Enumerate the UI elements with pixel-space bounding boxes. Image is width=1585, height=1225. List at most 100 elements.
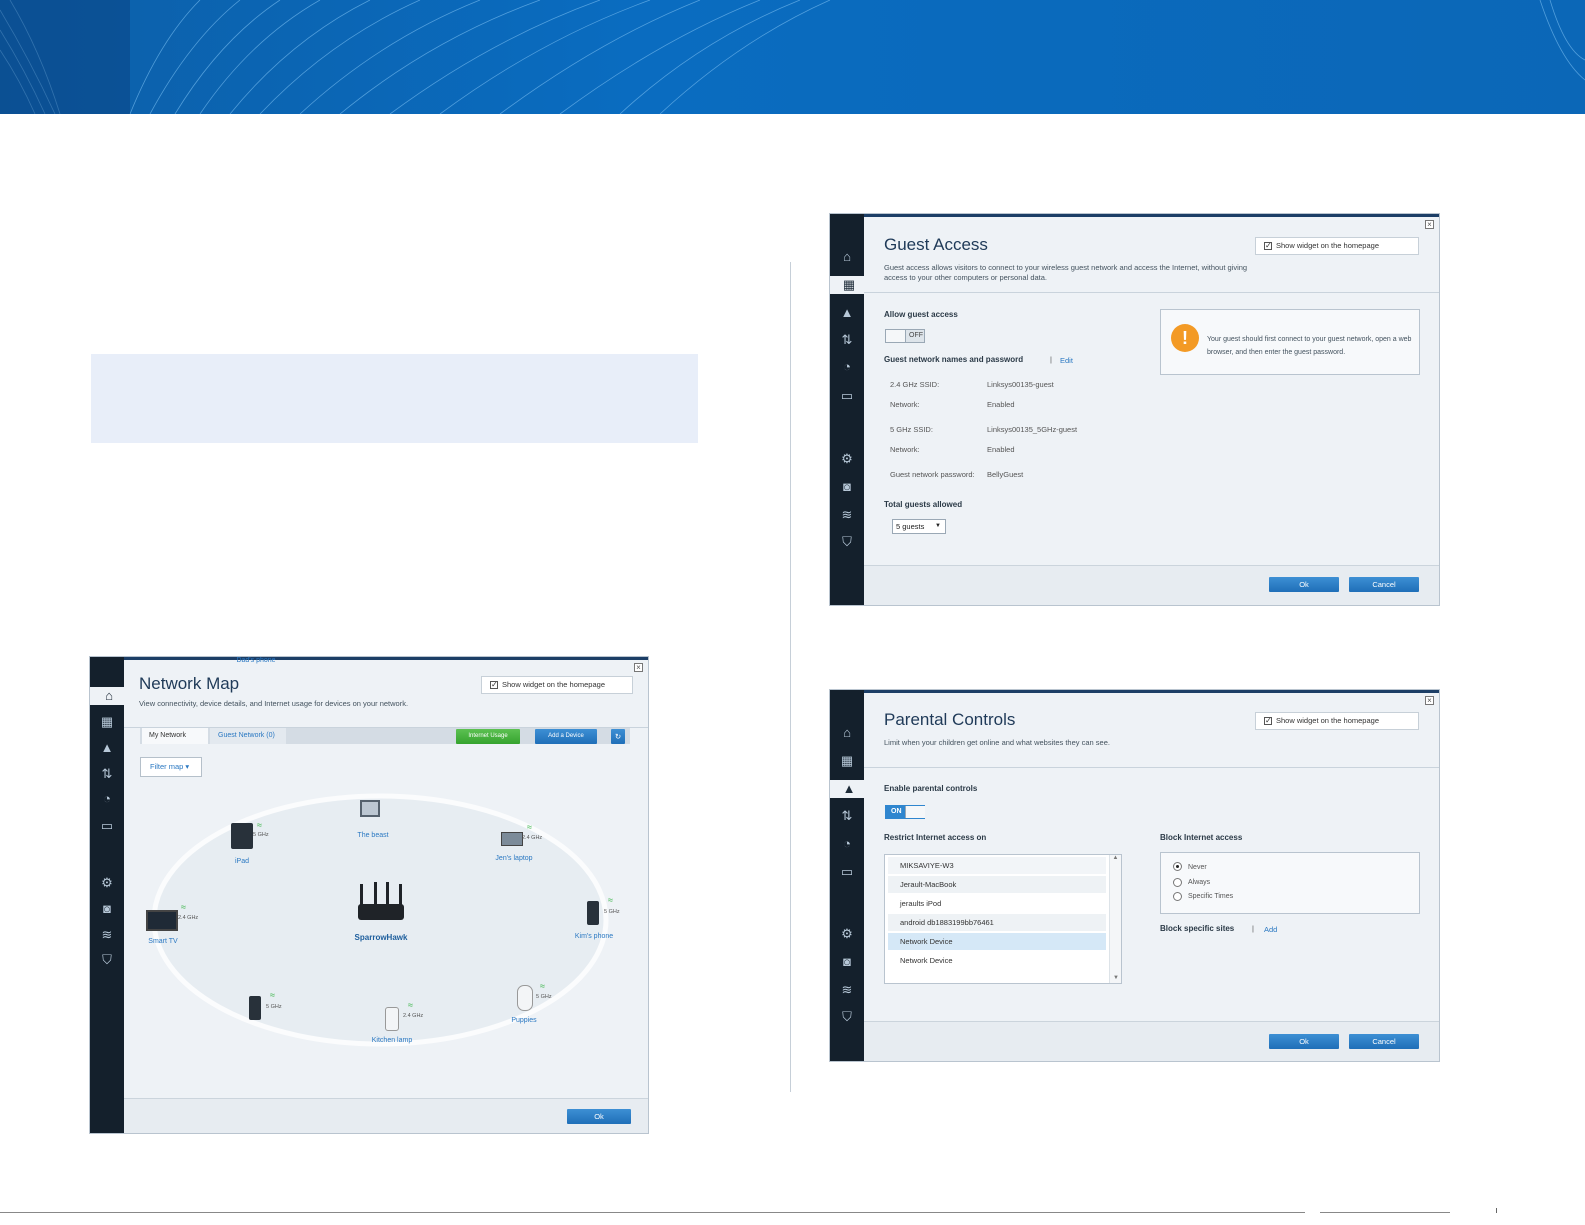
troubleshooting-icon[interactable]: ◙	[98, 900, 116, 918]
radio-specific-times[interactable]	[1173, 892, 1182, 901]
tab-my-network[interactable]: My Network	[142, 728, 208, 744]
refresh-icon[interactable]: ↻	[611, 729, 625, 744]
connectivity-icon[interactable]: ⚙	[838, 450, 856, 468]
device-label-the-beast[interactable]: The beast	[348, 832, 398, 839]
wifi-icon: ≈	[181, 902, 186, 912]
list-item[interactable]: MIKSAVIYE-W3	[888, 857, 1106, 874]
guest-access-icon[interactable]: ▦	[98, 713, 116, 731]
row-key: Network:	[890, 400, 920, 409]
top-line	[864, 214, 1439, 217]
list-item[interactable]: android db1883199bb76461	[888, 914, 1106, 931]
notice-box: ! Your guest should first connect to you…	[1160, 309, 1420, 375]
radio-never[interactable]	[1173, 862, 1182, 871]
scrollbar[interactable]: ▲ ▼	[1109, 855, 1121, 983]
footer-rule	[0, 1212, 1305, 1213]
add-device-button[interactable]: Add a Device	[535, 729, 597, 744]
close-icon[interactable]: ×	[1425, 220, 1434, 229]
device-puppies[interactable]	[517, 985, 533, 1011]
device-smart-tv[interactable]	[146, 910, 178, 931]
show-widget-checkbox[interactable]: ✓ Show widget on the homepage	[1255, 712, 1419, 730]
ok-button[interactable]: Ok	[567, 1109, 631, 1124]
parental-controls-icon[interactable]: ▲	[98, 739, 116, 757]
speed-test-icon[interactable]: ◔	[838, 835, 856, 853]
wireless-icon[interactable]: ≋	[838, 981, 856, 999]
internet-usage-button[interactable]: Internet Usage	[456, 729, 520, 744]
media-prioritization-icon[interactable]: ⇅	[838, 807, 856, 825]
close-icon[interactable]: ×	[634, 663, 643, 672]
ok-button[interactable]: Ok	[1269, 577, 1339, 592]
guest-access-icon[interactable]: ▦	[838, 752, 856, 770]
device-label-smart-tv[interactable]: Smart TV	[138, 938, 188, 945]
block-internet-label: Block Internet access	[1160, 833, 1243, 842]
device-label-ipad[interactable]: iPad	[222, 858, 262, 865]
external-storage-icon[interactable]: ▭	[838, 863, 856, 881]
external-storage-icon[interactable]: ▭	[838, 387, 856, 405]
wireless-icon[interactable]: ≋	[98, 926, 116, 944]
device-kims-phone[interactable]	[587, 901, 599, 925]
network-map-icon[interactable]: ⌂	[838, 724, 856, 742]
device-dads-phone[interactable]	[249, 996, 261, 1020]
add-link[interactable]: Add	[1264, 925, 1277, 934]
footer-rule-short	[1320, 1212, 1450, 1213]
speed-test-icon[interactable]: ◔	[838, 358, 856, 376]
guest-access-toggle[interactable]: OFF	[885, 329, 925, 343]
list-item[interactable]: jeraults iPod	[888, 895, 1106, 912]
tab-guest-network[interactable]: Guest Network (0)	[210, 728, 286, 744]
media-prioritization-icon[interactable]: ⇅	[838, 331, 856, 349]
ok-button[interactable]: Ok	[1269, 1034, 1339, 1049]
troubleshooting-icon[interactable]: ◙	[838, 478, 856, 496]
guests-value: 5 guests	[896, 522, 925, 531]
device-the-beast[interactable]	[360, 800, 380, 817]
guest-names-label: Guest network names and password	[884, 355, 1024, 364]
device-ipad[interactable]	[231, 823, 253, 849]
wireless-icon[interactable]: ≋	[838, 506, 856, 524]
device-listbox[interactable]: MIKSAVIYE-W3 Jerault-MacBook jeraults iP…	[884, 854, 1122, 984]
toggle-knob	[905, 806, 925, 818]
show-widget-checkbox[interactable]: ✓ Show widget on the homepage	[481, 676, 633, 694]
block-sites-label: Block specific sites	[1160, 924, 1235, 933]
side-rail: ⌂ ▦ ▲ ⇅ ◔ ▭ ⚙ ◙ ≋ ⛉	[830, 214, 868, 605]
parental-controls-icon[interactable]: ▲	[830, 780, 868, 798]
guest-access-icon[interactable]: ▦	[830, 276, 868, 294]
show-widget-checkbox[interactable]: ✓ Show widget on the homepage	[1255, 237, 1419, 255]
connectivity-icon[interactable]: ⚙	[838, 925, 856, 943]
troubleshooting-icon[interactable]: ◙	[838, 953, 856, 971]
row-value: Enabled	[987, 445, 1015, 454]
parental-controls-toggle[interactable]: ON	[885, 805, 925, 819]
media-prioritization-icon[interactable]: ⇅	[98, 765, 116, 783]
radio-always[interactable]	[1173, 878, 1182, 887]
device-label-puppies[interactable]: Puppies	[500, 1017, 548, 1024]
device-label-kitchen-lamp[interactable]: Kitchen lamp	[366, 1037, 418, 1044]
security-icon[interactable]: ⛉	[838, 1008, 856, 1026]
parental-controls-window: ⌂ ▦ ▲ ⇅ ◔ ▭ ⚙ ◙ ≋ ⛉ × Parental Controls …	[829, 689, 1440, 1062]
band-label: 2.4 GHz	[522, 835, 543, 841]
device-jens-laptop[interactable]	[501, 832, 523, 846]
cancel-button[interactable]: Cancel	[1349, 1034, 1419, 1049]
network-map-icon[interactable]: ⌂	[90, 687, 128, 705]
network-map-icon[interactable]: ⌂	[838, 248, 856, 266]
security-icon[interactable]: ⛉	[838, 533, 856, 551]
external-storage-icon[interactable]: ▭	[98, 817, 116, 835]
list-item[interactable]: Network Device	[888, 933, 1106, 950]
close-icon[interactable]: ×	[1425, 696, 1434, 705]
device-label-jens-laptop[interactable]: Jen's laptop	[486, 855, 542, 862]
cancel-button[interactable]: Cancel	[1349, 577, 1419, 592]
device-kitchen-lamp[interactable]	[385, 1007, 399, 1031]
security-icon[interactable]: ⛉	[98, 951, 116, 969]
device-label-kims-phone[interactable]: Kim's phone	[568, 933, 620, 940]
connectivity-icon[interactable]: ⚙	[98, 874, 116, 892]
tab-label: My Network	[149, 732, 186, 739]
guests-select[interactable]: 5 guests ▼	[892, 519, 946, 534]
page-title: Guest Access	[884, 235, 988, 254]
speed-test-icon[interactable]: ◔	[98, 790, 116, 808]
edit-link[interactable]: Edit	[1060, 356, 1073, 365]
list-item[interactable]: Jerault-MacBook	[888, 876, 1106, 893]
top-line	[864, 690, 1439, 693]
check-icon: ✓	[490, 680, 498, 690]
side-rail: ⌂ ▦ ▲ ⇅ ◔ ▭ ⚙ ◙ ≋ ⛉	[830, 690, 868, 1061]
wifi-icon: ≈	[540, 981, 545, 991]
parental-controls-icon[interactable]: ▲	[838, 304, 856, 322]
list-item[interactable]: Network Device	[888, 952, 1106, 969]
device-label-dads-phone[interactable]: Dad's phone	[230, 657, 282, 664]
filter-map-dropdown[interactable]: Filter map ▾	[140, 757, 202, 777]
